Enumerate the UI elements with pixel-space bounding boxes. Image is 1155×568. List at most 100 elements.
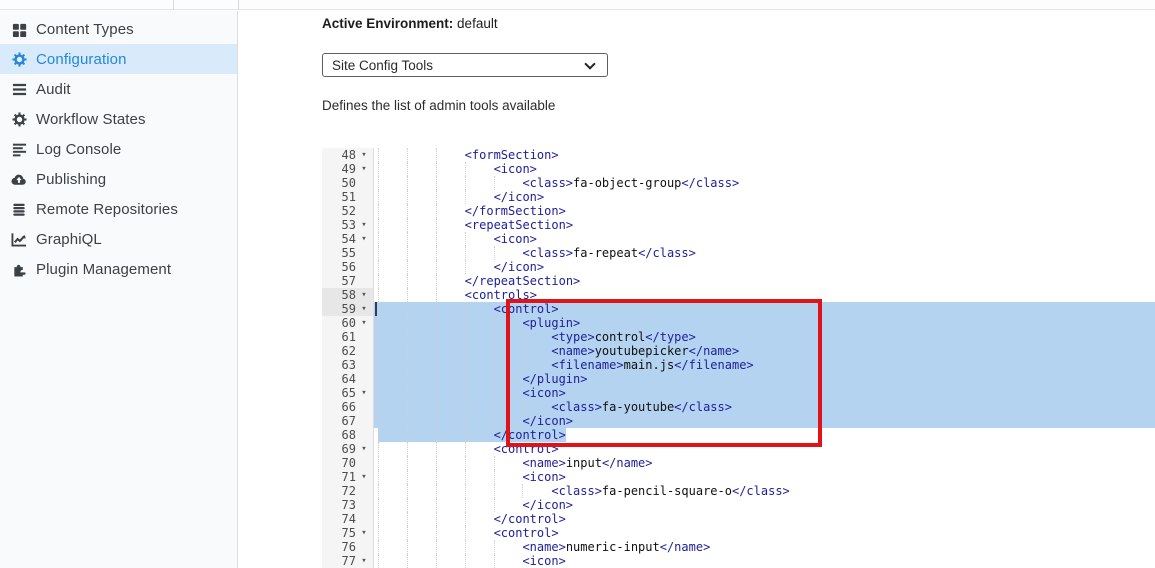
fold-arrow-icon[interactable]: ▾	[356, 470, 372, 484]
indent-guide	[407, 358, 436, 372]
code-line[interactable]: <plugin>	[374, 316, 1155, 330]
sidebar-item-configuration[interactable]: Configuration	[0, 44, 237, 74]
code-line[interactable]: <icon>	[374, 470, 1155, 484]
sidebar-item-label: Configuration	[36, 51, 127, 68]
code-line[interactable]: <name>numeric-input</name>	[374, 540, 1155, 554]
line-number: 65	[322, 386, 356, 400]
fold-arrow-icon[interactable]: ▾	[356, 218, 372, 232]
tool-select[interactable]: Site Config Tools	[322, 53, 608, 77]
list-icon	[11, 81, 27, 97]
active-environment-line: Active Environment: default	[322, 16, 498, 31]
code-line[interactable]: <icon>	[374, 232, 1155, 246]
sidebar-item-audit[interactable]: Audit	[0, 74, 237, 104]
xml-text: fa-pencil-square-o	[602, 484, 732, 498]
fold-arrow-icon[interactable]: ▾	[356, 288, 372, 302]
code-line[interactable]: <control>	[374, 302, 1155, 316]
indent-guide	[436, 540, 465, 554]
line-number: 64	[322, 372, 356, 386]
fold-arrow-icon[interactable]: ▾	[356, 148, 372, 162]
code-line[interactable]: <controls>	[374, 288, 1155, 302]
code-line-content: <controls>	[378, 288, 537, 302]
code-line[interactable]: <class>fa-object-group</class>	[374, 176, 1155, 190]
code-line[interactable]: <control>	[374, 526, 1155, 540]
code-line[interactable]: </icon>	[374, 414, 1155, 428]
code-line-content: <class>fa-object-group</class>	[378, 176, 739, 190]
fold-arrow-icon[interactable]: ▾	[356, 302, 372, 316]
code-line[interactable]: <repeatSection>	[374, 218, 1155, 232]
xml-tag: </name>	[602, 456, 653, 470]
indent-guide	[465, 498, 494, 512]
code-line[interactable]: <class>fa-pencil-square-o</class>	[374, 484, 1155, 498]
code-line[interactable]: <filename>main.js</filename>	[374, 358, 1155, 372]
code-line[interactable]: <formSection>	[374, 148, 1155, 162]
sidebar-item-content-types[interactable]: Content Types	[0, 14, 237, 44]
indent-guide	[378, 218, 407, 232]
code-line[interactable]: <icon>	[374, 554, 1155, 568]
xml-tag: </icon>	[494, 190, 545, 204]
code-line[interactable]: </icon>	[374, 190, 1155, 204]
code-line[interactable]: </icon>	[374, 498, 1155, 512]
indent-guide	[436, 456, 465, 470]
gutter-row: 54▾	[322, 232, 373, 246]
line-number: 69	[322, 442, 356, 456]
indent-guide	[465, 190, 494, 204]
indent-guide	[378, 498, 407, 512]
code-line[interactable]: <name>input</name>	[374, 456, 1155, 470]
chevron-down-icon	[584, 58, 595, 69]
gutter-row: 77▾	[322, 554, 373, 568]
code-line[interactable]: <icon>	[374, 162, 1155, 176]
sidebar-item-plugin-management[interactable]: Plugin Management	[0, 254, 237, 284]
sidebar-item-label: Plugin Management	[36, 261, 171, 278]
gutter-row: 72	[322, 484, 373, 498]
line-number: 51	[322, 190, 356, 204]
code-line-content: </icon>	[378, 260, 544, 274]
code-line-content: <icon>	[378, 554, 566, 568]
indent-guide	[407, 498, 436, 512]
sidebar-item-graphiql[interactable]: GraphiQL	[0, 224, 237, 254]
gutter-row: 58▾	[322, 288, 373, 302]
fold-arrow-icon[interactable]: ▾	[356, 554, 372, 568]
fold-arrow-icon[interactable]: ▾	[356, 162, 372, 176]
indent-guide	[465, 260, 494, 274]
xml-tag: </control>	[494, 428, 566, 442]
line-number: 67	[322, 414, 356, 428]
gutter-row: 62	[322, 344, 373, 358]
indent-guide	[436, 484, 465, 498]
content-types-icon	[11, 21, 27, 37]
text-cursor	[375, 302, 377, 316]
editor-code-area[interactable]: <formSection><icon><class>fa-object-grou…	[374, 148, 1155, 568]
indent-guide	[465, 456, 494, 470]
gutter-row: 65▾	[322, 386, 373, 400]
sidebar-item-workflow-states[interactable]: Workflow States	[0, 104, 237, 134]
fold-arrow-icon[interactable]: ▾	[356, 316, 372, 330]
indent-guide	[407, 274, 436, 288]
code-line[interactable]: </repeatSection>	[374, 274, 1155, 288]
xml-tag: <controls>	[465, 288, 537, 302]
code-line[interactable]: </plugin>	[374, 372, 1155, 386]
code-line[interactable]: </icon>	[374, 260, 1155, 274]
code-line[interactable]: </control>	[374, 428, 1155, 442]
code-line[interactable]: </formSection>	[374, 204, 1155, 218]
code-line[interactable]: <control>	[374, 442, 1155, 456]
gutter-row: 53▾	[322, 218, 373, 232]
code-line[interactable]: </control>	[374, 512, 1155, 526]
code-line[interactable]: <icon>	[374, 386, 1155, 400]
code-line[interactable]: <class>fa-repeat</class>	[374, 246, 1155, 260]
code-line-content: </control>	[378, 428, 566, 442]
code-line[interactable]: <class>fa-youtube</class>	[374, 400, 1155, 414]
log-lines-icon	[11, 141, 27, 157]
code-editor[interactable]: 48▾49▾50515253▾54▾55565758▾59▾60▾6162636…	[322, 148, 1155, 568]
sidebar-item-remote-repositories[interactable]: Remote Repositories	[0, 194, 237, 224]
code-line[interactable]: <type>control</type>	[374, 330, 1155, 344]
fold-arrow-icon[interactable]: ▾	[356, 386, 372, 400]
gutter-row: 69▾	[322, 442, 373, 456]
sidebar-item-publishing[interactable]: Publishing	[0, 164, 237, 194]
fold-arrow-icon[interactable]: ▾	[356, 232, 372, 246]
sidebar-item-log-console[interactable]: Log Console	[0, 134, 237, 164]
fold-arrow-icon[interactable]: ▾	[356, 526, 372, 540]
fold-arrow-icon[interactable]: ▾	[356, 442, 372, 456]
code-line[interactable]: <name>youtubepicker</name>	[374, 344, 1155, 358]
xml-tag: <icon>	[522, 554, 565, 568]
indent-guide	[436, 400, 465, 414]
sidebar-item-label: Content Types	[36, 21, 134, 38]
